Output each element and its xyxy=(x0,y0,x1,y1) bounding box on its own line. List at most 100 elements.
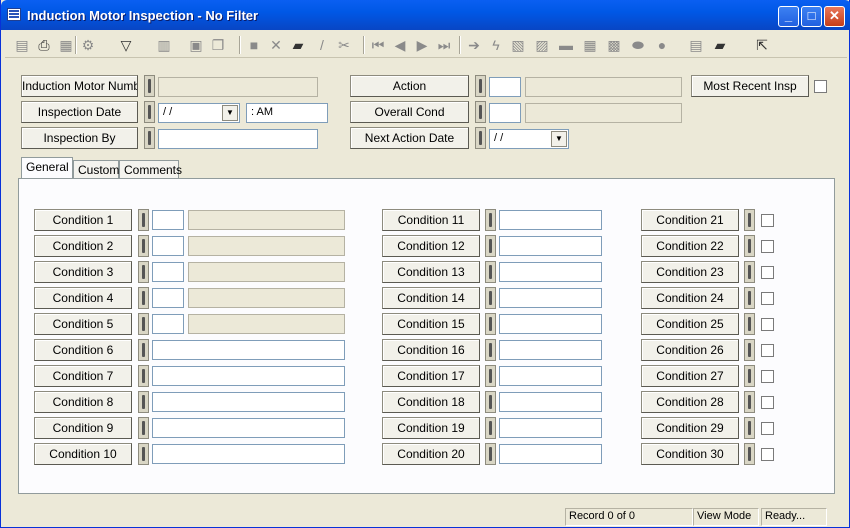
condition-7-indicator[interactable] xyxy=(138,365,149,387)
condition-23-indicator[interactable] xyxy=(744,261,755,283)
save-icon[interactable]: ■ xyxy=(245,36,263,54)
previous-record-icon[interactable]: ◀ xyxy=(391,36,409,54)
condition-22-indicator[interactable] xyxy=(744,235,755,257)
condition-20-field[interactable] xyxy=(499,444,602,464)
filter-icon[interactable]: ▽ xyxy=(117,36,135,54)
condition-30-button[interactable]: Condition 30 xyxy=(641,443,739,465)
edit-icon[interactable]: / xyxy=(313,36,331,54)
condition-22-button[interactable]: Condition 22 xyxy=(641,235,739,257)
tab-custom[interactable]: Custom xyxy=(73,160,119,180)
condition-16-indicator[interactable] xyxy=(485,339,496,361)
link-icon[interactable]: ⬬ xyxy=(629,36,647,54)
condition-15-indicator[interactable] xyxy=(485,313,496,335)
most-recent-insp-button[interactable]: Most Recent Insp xyxy=(691,75,809,97)
record-icon[interactable]: ▤ xyxy=(13,36,31,54)
condition-8-button[interactable]: Condition 8 xyxy=(34,391,132,413)
condition-14-field[interactable] xyxy=(499,288,602,308)
tree-icon[interactable]: ▧ xyxy=(509,36,527,54)
condition-9-button[interactable]: Condition 9 xyxy=(34,417,132,439)
condition-7-field[interactable] xyxy=(152,366,345,386)
condition-15-button[interactable]: Condition 15 xyxy=(382,313,480,335)
delete-icon[interactable]: ✕ xyxy=(267,36,285,54)
condition-10-button[interactable]: Condition 10 xyxy=(34,443,132,465)
action-button[interactable]: Action xyxy=(350,75,469,97)
condition-12-indicator[interactable] xyxy=(485,235,496,257)
condition-30-checkbox[interactable] xyxy=(761,448,774,461)
condition-24-indicator[interactable] xyxy=(744,287,755,309)
condition-15-field[interactable] xyxy=(499,314,602,334)
condition-26-indicator[interactable] xyxy=(744,339,755,361)
condition-21-checkbox[interactable] xyxy=(761,214,774,227)
network-icon[interactable]: ▨ xyxy=(533,36,551,54)
overall-cond-description-field[interactable] xyxy=(525,103,682,123)
condition-3-code-field[interactable] xyxy=(152,262,184,282)
condition-21-indicator[interactable] xyxy=(744,209,755,231)
condition-2-indicator[interactable] xyxy=(138,235,149,257)
condition-4-indicator[interactable] xyxy=(138,287,149,309)
condition-1-code-field[interactable] xyxy=(152,210,184,230)
tab-comments[interactable]: Comments xyxy=(119,160,182,180)
last-record-icon[interactable]: ⏭ xyxy=(435,36,453,54)
report-icon[interactable]: ▥ xyxy=(155,36,173,54)
condition-6-button[interactable]: Condition 6 xyxy=(34,339,132,361)
condition-2-description-field[interactable] xyxy=(188,236,345,256)
condition-24-checkbox[interactable] xyxy=(761,292,774,305)
inspection-date-indicator[interactable] xyxy=(144,101,155,123)
overall-cond-indicator[interactable] xyxy=(475,101,486,123)
condition-2-button[interactable]: Condition 2 xyxy=(34,235,132,257)
action-code-field[interactable] xyxy=(489,77,521,97)
condition-11-indicator[interactable] xyxy=(485,209,496,231)
condition-1-button[interactable]: Condition 1 xyxy=(34,209,132,231)
condition-26-checkbox[interactable] xyxy=(761,344,774,357)
condition-29-indicator[interactable] xyxy=(744,417,755,439)
condition-25-button[interactable]: Condition 25 xyxy=(641,313,739,335)
condition-23-checkbox[interactable] xyxy=(761,266,774,279)
condition-17-indicator[interactable] xyxy=(485,365,496,387)
condition-3-description-field[interactable] xyxy=(188,262,345,282)
action-description-field[interactable] xyxy=(525,77,682,97)
form-icon[interactable]: ▣ xyxy=(187,36,205,54)
condition-22-checkbox[interactable] xyxy=(761,240,774,253)
condition-14-button[interactable]: Condition 14 xyxy=(382,287,480,309)
action-indicator[interactable] xyxy=(475,75,486,97)
condition-16-button[interactable]: Condition 16 xyxy=(382,339,480,361)
tools-icon[interactable]: ⚙ xyxy=(79,36,97,54)
condition-3-indicator[interactable] xyxy=(138,261,149,283)
condition-18-field[interactable] xyxy=(499,392,602,412)
next-action-date-field[interactable]: / / ▼ xyxy=(489,129,569,149)
condition-23-button[interactable]: Condition 23 xyxy=(641,261,739,283)
condition-1-description-field[interactable] xyxy=(188,210,345,230)
next-action-date-dropdown-icon[interactable]: ▼ xyxy=(551,131,567,147)
condition-2-code-field[interactable] xyxy=(152,236,184,256)
condition-20-button[interactable]: Condition 20 xyxy=(382,443,480,465)
book-icon[interactable]: ▰ xyxy=(711,36,729,54)
condition-14-indicator[interactable] xyxy=(485,287,496,309)
condition-19-button[interactable]: Condition 19 xyxy=(382,417,480,439)
inspection-time-field[interactable]: : AM xyxy=(246,103,328,123)
condition-9-indicator[interactable] xyxy=(138,417,149,439)
calendar-icon[interactable]: ▦ xyxy=(581,36,599,54)
condition-11-field[interactable] xyxy=(499,210,602,230)
condition-12-field[interactable] xyxy=(499,236,602,256)
condition-26-button[interactable]: Condition 26 xyxy=(641,339,739,361)
condition-20-indicator[interactable] xyxy=(485,443,496,465)
condition-5-code-field[interactable] xyxy=(152,314,184,334)
exit-icon[interactable]: ⇱ xyxy=(753,36,771,54)
condition-8-field[interactable] xyxy=(152,392,345,412)
condition-4-description-field[interactable] xyxy=(188,288,345,308)
search-icon[interactable]: ● xyxy=(653,36,671,54)
condition-28-button[interactable]: Condition 28 xyxy=(641,391,739,413)
most-recent-insp-checkbox[interactable] xyxy=(814,80,827,93)
condition-11-button[interactable]: Condition 11 xyxy=(382,209,480,231)
condition-13-button[interactable]: Condition 13 xyxy=(382,261,480,283)
condition-21-button[interactable]: Condition 21 xyxy=(641,209,739,231)
inspection-by-field[interactable] xyxy=(158,129,318,149)
next-record-icon[interactable]: ▶ xyxy=(413,36,431,54)
condition-8-indicator[interactable] xyxy=(138,391,149,413)
condition-13-indicator[interactable] xyxy=(485,261,496,283)
condition-6-indicator[interactable] xyxy=(138,339,149,361)
inspection-date-dropdown-icon[interactable]: ▼ xyxy=(222,105,238,121)
condition-18-indicator[interactable] xyxy=(485,391,496,413)
picture-icon[interactable]: ▩ xyxy=(605,36,623,54)
condition-13-field[interactable] xyxy=(499,262,602,282)
